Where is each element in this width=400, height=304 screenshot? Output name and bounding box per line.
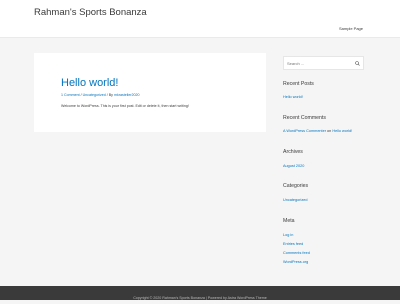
post-excerpt: Welcome to WordPress. This is your first… xyxy=(61,104,189,108)
comment-post-link[interactable]: Hello world! xyxy=(332,129,352,133)
site-header: Rahman's Sports Bonanza Sample Page xyxy=(0,0,400,38)
commenter-link[interactable]: A WordPress Commenter xyxy=(283,129,326,133)
post-author-link[interactable]: mkrasteller2020 xyxy=(114,93,140,97)
post-by-label: By xyxy=(108,93,113,97)
recent-comment-item: A WordPress Commenter on Hello world! xyxy=(283,129,352,133)
post-meta: 1 Comment / Uncategorized / By mkrastell… xyxy=(61,93,140,97)
search-form xyxy=(283,56,364,70)
post-category-link[interactable]: Uncategorized xyxy=(83,93,106,97)
recent-posts-title: Recent Posts xyxy=(283,81,314,87)
archives-title: Archives xyxy=(283,149,303,155)
site-footer: Copyright © 2020 Rahman's Sports Bonanza… xyxy=(0,286,400,300)
nav-item-sample-page[interactable]: Sample Page xyxy=(339,26,363,31)
post-article: Hello world! 1 Comment / Uncategorized /… xyxy=(34,53,266,132)
site-title[interactable]: Rahman's Sports Bonanza xyxy=(34,7,147,18)
category-link[interactable]: Uncategorized xyxy=(283,198,307,202)
search-input[interactable] xyxy=(287,60,353,67)
post-title[interactable]: Hello world! xyxy=(61,77,118,89)
search-icon[interactable] xyxy=(355,61,360,66)
archive-link[interactable]: August 2020 xyxy=(283,164,304,168)
meta-wordpress-org-link[interactable]: WordPress.org xyxy=(283,260,308,264)
footer-copyright: Copyright © 2020 Rahman's Sports Bonanza… xyxy=(133,296,267,300)
meta-login-link[interactable]: Log in xyxy=(283,233,293,237)
meta-title: Meta xyxy=(283,218,295,224)
meta-entries-feed-link[interactable]: Entries feed xyxy=(283,242,303,246)
recent-comments-title: Recent Comments xyxy=(283,115,326,121)
meta-comments-feed-link[interactable]: Comments feed xyxy=(283,251,310,255)
categories-title: Categories xyxy=(283,183,309,189)
recent-post-link[interactable]: Hello world! xyxy=(283,95,303,99)
post-comments-link[interactable]: 1 Comment xyxy=(61,93,80,97)
